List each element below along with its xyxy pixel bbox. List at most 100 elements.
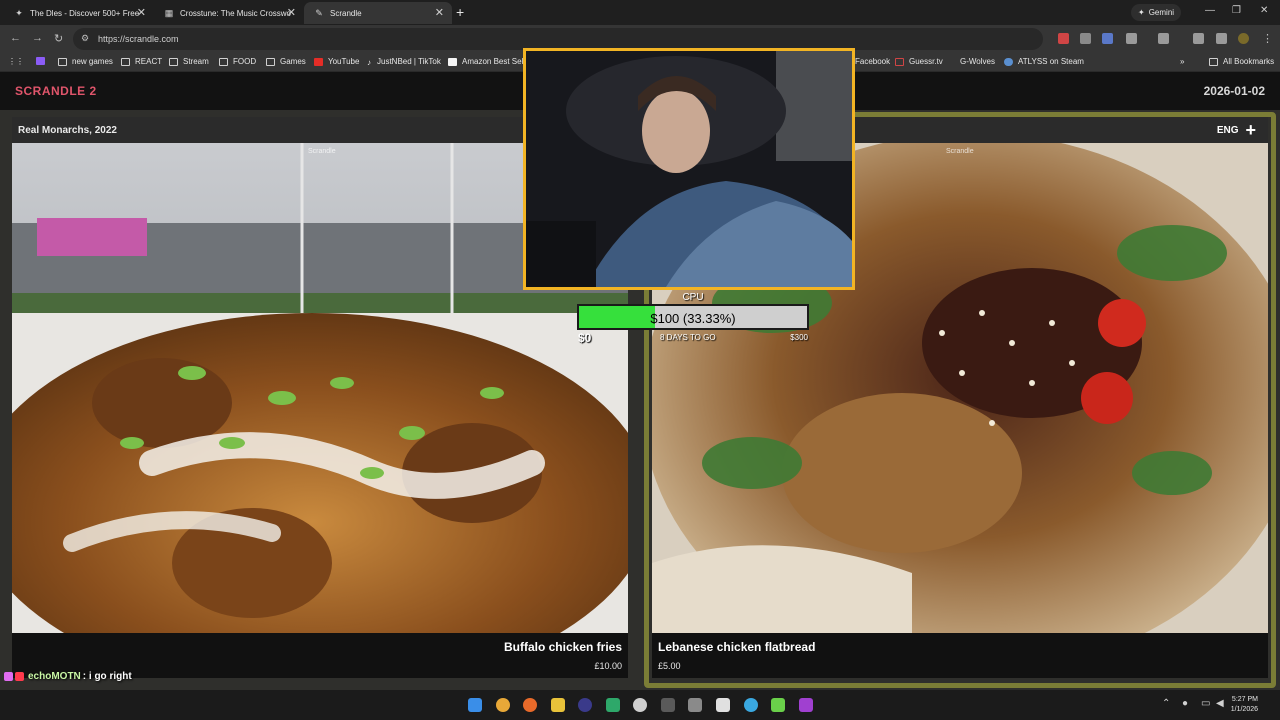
days-remaining: 8 DAYS TO GO: [660, 333, 716, 342]
sidebar-icon[interactable]: [1158, 33, 1169, 44]
folder-icon: [58, 57, 67, 66]
file-explorer-icon[interactable]: [551, 698, 565, 712]
system-clock[interactable]: 5:27 PM 1/1/2026: [1231, 695, 1258, 715]
folder-icon: [169, 57, 178, 66]
wolf-icon: [950, 58, 955, 66]
app-icon[interactable]: [661, 698, 675, 712]
bookmark-guessr[interactable]: Guessr.tv: [895, 57, 943, 66]
gemini-button[interactable]: ✦ Gemini: [1131, 4, 1182, 21]
guessr-icon: [895, 57, 904, 66]
budget-value: $100 (33.33%): [650, 311, 736, 326]
chat-text: : i go right: [82, 670, 132, 682]
youtube-icon: [314, 57, 323, 66]
food-name: Lebanese chicken flatbread: [658, 640, 816, 654]
bookmark-react[interactable]: REACT: [121, 57, 162, 66]
site-logo[interactable]: SCRANDLE 2: [15, 84, 97, 98]
sparkle-icon: ✦: [1138, 8, 1145, 17]
apps-icon[interactable]: ⋮⋮: [8, 57, 24, 66]
bookmark-atlyss[interactable]: ATLYSS on Steam: [1004, 57, 1084, 66]
webcam-overlay: [523, 48, 855, 290]
app-icon[interactable]: [688, 698, 702, 712]
bookmark-tiktok[interactable]: ♪ JustNBed | TikTok: [367, 57, 441, 67]
puzzle-icon[interactable]: [1126, 33, 1137, 44]
clock-time: 5:27 PM: [1231, 696, 1258, 703]
close-icon[interactable]: ✕: [287, 6, 296, 19]
tab-strip: ✦ The Dles - Discover 500+ Free ✕ ▦ Cros…: [0, 0, 1280, 25]
food-name: Buffalo chicken fries: [503, 640, 622, 654]
tab-scrandle[interactable]: ✎ Scrandle ✕: [304, 2, 452, 24]
close-icon[interactable]: ✕: [435, 6, 444, 19]
folder-icon: [266, 57, 275, 66]
microphone-icon[interactable]: ●: [1182, 698, 1188, 709]
budget-progress-bar: $100 (33.33%): [577, 304, 809, 330]
menu-icon[interactable]: ⋮: [1262, 32, 1273, 45]
budget-max: $300: [790, 333, 808, 342]
window-close-icon[interactable]: ✕: [1260, 5, 1268, 16]
taskbar: ⌃ ● ▭ ◀ 5:27 PM 1/1/2026: [0, 690, 1280, 720]
extension-icon[interactable]: [1102, 33, 1113, 44]
forward-icon[interactable]: →: [32, 32, 43, 44]
app-icon[interactable]: [799, 698, 813, 712]
tab-title: Scrandle: [330, 8, 362, 18]
grid-icon: ▦: [164, 8, 174, 18]
paw-icon: ✦: [15, 8, 23, 18]
game-date: 2026-01-02: [1203, 84, 1265, 98]
chrome-icon[interactable]: [496, 698, 510, 712]
language-toggle[interactable]: ENG +: [1217, 121, 1256, 139]
cpu-budget-widget: CPU $100 (33.33%) $0 8 DAYS TO GO $300: [577, 290, 809, 350]
network-icon[interactable]: ▭: [1201, 698, 1210, 709]
bookmark-games[interactable]: Games: [266, 57, 306, 66]
clock-date: 1/1/2026: [1230, 706, 1258, 713]
app-icon[interactable]: [744, 698, 758, 712]
download-icon[interactable]: [1193, 33, 1204, 44]
app-icon[interactable]: [771, 698, 785, 712]
extension-icon[interactable]: [1080, 33, 1091, 44]
subscriber-badge-icon: [15, 671, 24, 681]
app-icon[interactable]: [578, 698, 592, 712]
folder-icon: [219, 57, 228, 66]
amazon-icon: [448, 57, 457, 66]
minimize-icon[interactable]: —: [1205, 5, 1215, 16]
plus-icon[interactable]: +: [1245, 121, 1256, 139]
firefox-icon[interactable]: [523, 698, 537, 712]
profile-avatar[interactable]: [1238, 33, 1249, 44]
bookmark-food[interactable]: FOOD: [219, 57, 256, 66]
volume-icon[interactable]: ◀: [1216, 698, 1224, 709]
bookmark-g-wolves[interactable]: G-Wolves: [950, 57, 995, 66]
close-icon[interactable]: ✕: [137, 6, 146, 19]
tab-the-dles[interactable]: ✦ The Dles - Discover 500+ Free ✕: [4, 2, 154, 24]
extension-icon[interactable]: [1058, 33, 1069, 44]
obs-icon[interactable]: [633, 698, 647, 712]
app-icon[interactable]: [606, 698, 620, 712]
new-tab-icon[interactable]: +: [456, 4, 464, 20]
tab-title: Crosstune: The Music Crosswo: [180, 8, 291, 18]
chat-username: echoMOTN: [28, 670, 81, 682]
folder-icon: [121, 57, 130, 66]
app-icon[interactable]: [716, 698, 730, 712]
scrandle-icon: ✎: [315, 8, 323, 18]
bookmark-stream[interactable]: Stream: [169, 57, 209, 66]
address-bar[interactable]: ⚙ https://scrandle.com: [73, 28, 1043, 50]
reload-icon[interactable]: ↻: [54, 32, 63, 45]
tab-crosstune[interactable]: ▦ Crosstune: The Music Crosswo ✕: [154, 2, 304, 24]
back-icon[interactable]: ←: [10, 32, 21, 44]
webcam-feed: [526, 51, 852, 287]
maximize-icon[interactable]: ❐: [1232, 5, 1241, 16]
bookmark-facebook[interactable]: Facebook: [855, 57, 890, 66]
tab-title: The Dles - Discover 500+ Free: [30, 8, 140, 18]
tray-overflow-icon[interactable]: ⌃: [1162, 698, 1170, 709]
bookmark-icon[interactable]: [36, 57, 50, 65]
url-text: https://scrandle.com: [98, 34, 179, 44]
tiktok-icon: ♪: [367, 57, 371, 67]
card-origin: Real Monarchs, 2022: [18, 125, 117, 136]
chat-message: echoMOTN : i go right: [0, 668, 132, 684]
bookmark-amazon[interactable]: Amazon Best Selle: [448, 57, 530, 66]
bookmark-new-games[interactable]: new games: [58, 57, 113, 66]
bookmark-youtube[interactable]: YouTube: [314, 57, 359, 66]
media-icon[interactable]: [1216, 33, 1227, 44]
all-bookmarks[interactable]: All Bookmarks: [1209, 57, 1274, 66]
cpu-label: CPU: [682, 292, 704, 303]
more-bookmarks-icon[interactable]: »: [1180, 57, 1184, 66]
windows-start-icon[interactable]: [468, 698, 482, 712]
site-info-icon[interactable]: ⚙: [81, 33, 89, 44]
